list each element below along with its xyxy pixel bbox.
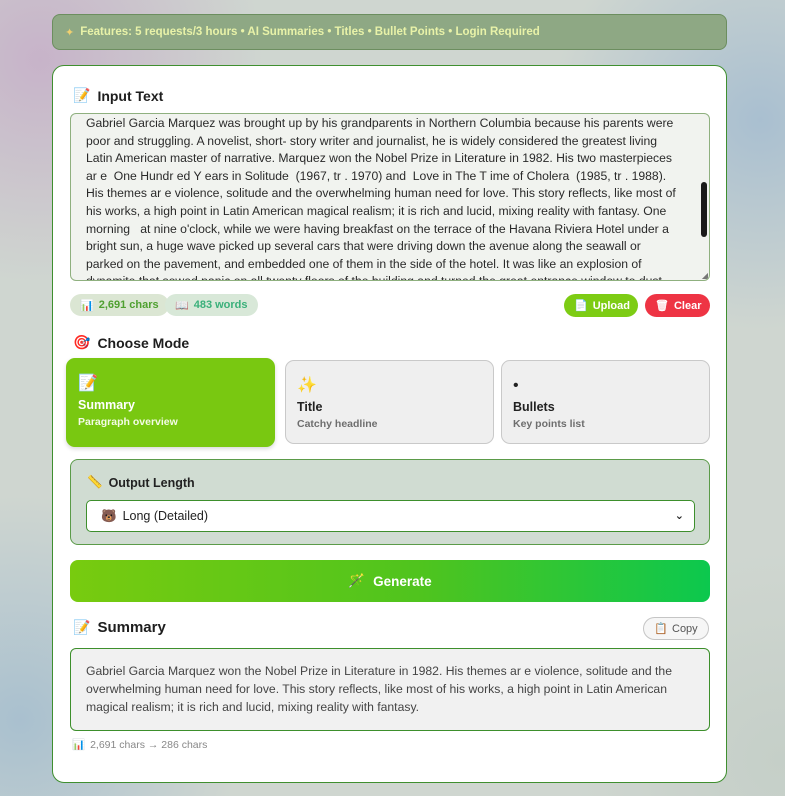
output-length-select[interactable]: 🐻 Long (Detailed) ⌄ [86,500,695,532]
output-length-text: Output Length [108,475,195,490]
chevron-down-icon: ⌄ [674,510,684,522]
textarea-scrollbar[interactable] [701,182,707,237]
output-summary-box: Gabriel Garcia Marquez won the Nobel Pri… [70,648,710,731]
mode-name: Title [297,400,323,414]
mode-card-summary[interactable]: 📝 Summary Paragraph overview [66,358,275,447]
mode-section-title: 🎯 Choose Mode [73,334,189,351]
copy-label: Copy [672,622,698,635]
memo-icon: 📝 [73,87,91,103]
output-section-title: 📝 Summary [73,619,166,636]
mode-desc: Catchy headline [297,418,378,430]
book-icon: 📖 [175,299,189,312]
input-section-title: 📝 Input Text [73,87,163,104]
char-count-badge: 📊 2,691 chars [70,294,169,316]
memo-icon: 📝 [73,619,91,635]
mode-card-title[interactable]: ✨ Title Catchy headline [285,360,494,444]
input-title-label: Input Text [97,87,164,104]
char-count-label: 2,691 chars [98,299,159,311]
word-count-badge: 📖 483 words [165,294,258,316]
word-count-label: 483 words [193,299,248,311]
output-length-label: 📏 Output Length [87,475,195,490]
mode-name: Summary [78,398,135,412]
output-summary-text: Gabriel Garcia Marquez won the Nobel Pri… [86,664,672,714]
mode-desc: Paragraph overview [78,416,178,428]
generate-label: Generate [373,573,432,589]
document-icon: 📄 [574,300,588,312]
clear-label: Clear [673,299,702,312]
sparkle-icon: ✦ [65,26,75,39]
features-banner: ✦ Features: 5 requests/3 hours • AI Summ… [52,14,727,50]
output-stat: 📊 2,691 chars → 286 chars [72,738,208,752]
output-stat-text: 2,691 chars → 286 chars [90,738,208,751]
mode-name: Bullets [513,400,555,414]
resize-grip-icon[interactable]: ◢ [702,271,708,280]
upload-button[interactable]: 📄 Upload [564,294,638,317]
input-textarea[interactable]: Gabriel Garcia Marquez was brought up by… [70,113,710,281]
input-textarea-text[interactable]: Gabriel Garcia Marquez was brought up by… [71,114,709,280]
memo-icon: 📝 [78,375,98,392]
ruler-icon: 📏 [87,475,103,489]
clear-button[interactable]: 🗑 Clear [645,294,710,317]
main-card: 📝 Input Text Gabriel Garcia Marquez was … [52,65,727,783]
output-length-panel: 📏 Output Length 🐻 Long (Detailed) ⌄ [70,459,710,545]
copy-button[interactable]: 📋 Copy [643,617,709,640]
mode-desc: Key points list [513,418,585,430]
upload-label: Upload [592,299,630,312]
output-length-value: Long (Detailed) [122,509,209,523]
features-text: Features: 5 requests/3 hours • AI Summar… [80,26,540,38]
clipboard-icon: 📋 [654,623,668,635]
bar-chart-icon: 📊 [72,739,86,751]
mode-title-label: Choose Mode [97,334,190,351]
generate-button[interactable]: 🪄 Generate [70,560,710,602]
trash-icon: 🗑 [655,300,669,312]
bullet-icon: • [513,377,519,394]
bar-chart-icon: 📊 [80,299,94,312]
target-icon: 🎯 [73,334,91,350]
bear-icon: 🐻 [101,508,117,523]
wand-icon: 🪄 [348,573,366,588]
mode-card-bullets[interactable]: • Bullets Key points list [501,360,710,444]
sparkles-icon: ✨ [297,377,317,394]
output-title-label: Summary [97,619,166,636]
